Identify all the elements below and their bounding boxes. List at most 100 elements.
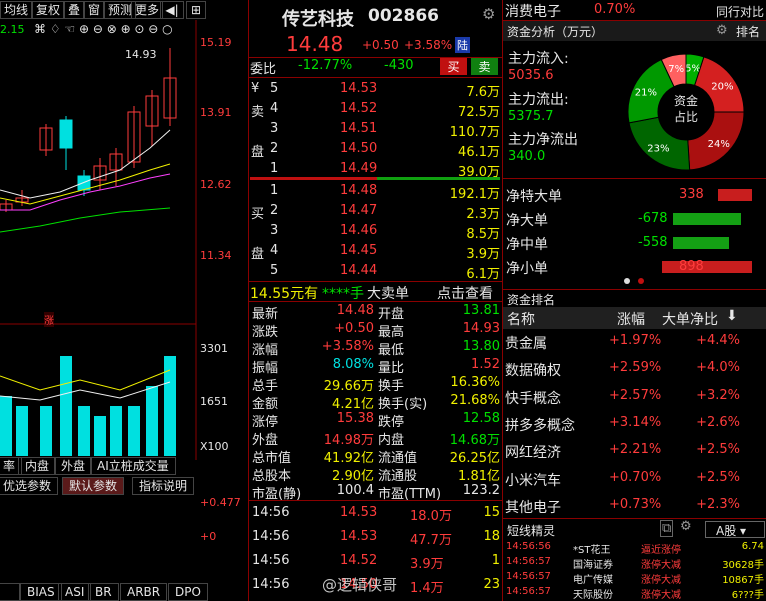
ask-row[interactable]: 5 14.53 7.6万 <box>250 79 502 100</box>
quote-label-2: 最高 <box>378 325 405 340</box>
ask-row[interactable]: 1 14.49 39.0万 <box>250 159 502 180</box>
ask-row[interactable]: 3 14.51 110.7万 <box>250 119 502 140</box>
tab-ai-volume[interactable]: AI立桩成交量 <box>90 457 176 475</box>
ranking-row[interactable]: 数据确权 +2.59% +4.0% <box>503 355 766 383</box>
bid-row[interactable]: 5 14.44 6.1万 <box>250 261 502 282</box>
ranking-name: 拼多多概念 <box>505 417 575 434</box>
ranking-col-net[interactable]: 大单净比 <box>662 309 718 329</box>
quote-value-2: 13.81 <box>462 303 500 318</box>
tick-price: 14.53 <box>340 505 378 520</box>
ranking-row[interactable]: 快手概念 +2.57% +3.2% <box>503 383 766 411</box>
kline-chart[interactable] <box>0 20 248 529</box>
quote-value-2: 1.52 <box>471 357 500 372</box>
collapse-icon[interactable]: ◀| <box>160 1 184 19</box>
bigorder-link[interactable]: 点击查看 <box>437 283 493 303</box>
ranking-row[interactable]: 贵金属 +1.97% +4.4% <box>503 328 766 356</box>
tab-asi[interactable]: ASI <box>58 583 92 601</box>
tab-default-params[interactable]: 默认参数 <box>62 477 125 495</box>
bid-row[interactable]: 3 14.46 8.5万 <box>250 221 502 242</box>
quote-value-2: 14.68万 <box>449 433 500 448</box>
bid-volume: 6.1万 <box>466 267 500 282</box>
tab-dpo[interactable]: DPO <box>168 583 208 601</box>
tick-volume: 1.4万 <box>410 581 444 596</box>
bottom-tabs: 率 内盘 外盘 AI立桩成交量 <box>0 457 248 475</box>
adjust-button[interactable]: 复权 <box>32 1 65 19</box>
buy-side-label-1: 买 <box>251 207 265 222</box>
bid-price: 14.48 <box>340 183 378 198</box>
more-button[interactable]: 更多 <box>131 1 164 19</box>
quote-value: 2.90亿 <box>332 469 374 484</box>
legend-value: 2.15 <box>0 23 25 36</box>
ask-row[interactable]: 2 14.50 46.1万 <box>250 139 502 160</box>
tick-time: 14:56 <box>252 577 290 592</box>
ranking-name: 快手概念 <box>505 390 561 407</box>
quote-value: 14.98万 <box>323 433 374 448</box>
quote-label: 涨跌 <box>252 325 279 340</box>
ranking-pct: +2.59% <box>609 360 662 376</box>
ranking-row[interactable]: 小米汽车 +0.70% +2.5% <box>503 465 766 493</box>
tab-indicator-0[interactable] <box>0 583 20 601</box>
ask-row[interactable]: 4 14.52 72.5万 <box>250 99 502 120</box>
tab-preferred-params[interactable]: 优选参数 <box>0 477 59 495</box>
tab-indicator-help[interactable]: 指标说明 <box>132 477 195 495</box>
ranking-name: 数据确权 <box>505 363 561 380</box>
ask-volume: 72.5万 <box>458 105 500 120</box>
bid-row[interactable]: 2 14.47 2.3万 <box>250 201 502 222</box>
short-time: 14:56:56 <box>506 541 551 552</box>
tab-arbr[interactable]: ARBR <box>120 583 168 601</box>
tab-br[interactable]: BR <box>88 583 119 601</box>
ma-button[interactable]: 均线 <box>0 1 33 19</box>
page-dot-2[interactable] <box>638 278 644 284</box>
flow-row: 净小单 898 <box>503 256 766 280</box>
short-row[interactable]: 14:56:57 电广传媒 涨停大减 10867手 <box>503 571 766 586</box>
short-row[interactable]: 14:56:57 天际股份 涨停大减 6???手 <box>503 586 766 601</box>
volume-bar <box>128 406 140 456</box>
buy-button[interactable]: 买 <box>440 58 467 75</box>
ranking-row[interactable]: 其他电子 +0.73% +2.3% <box>503 492 766 520</box>
ranking-name: 网红经济 <box>505 445 561 462</box>
sort-down-icon[interactable]: ⬇ <box>726 308 738 324</box>
bid-price: 14.46 <box>340 223 378 238</box>
quote-row: 金额 4.21亿 换手(实) 21.68% <box>250 393 502 412</box>
outflow-value: 5375.7 <box>508 109 554 124</box>
sector-name[interactable]: 消费电子 <box>505 1 561 21</box>
sell-side-label: 盘 <box>251 145 265 160</box>
short-row[interactable]: 14:56:57 国海证券 涨停大减 30628手 <box>503 556 766 571</box>
ranking-col-name[interactable]: 名称 <box>507 309 535 329</box>
page-dot-1[interactable] <box>624 278 630 284</box>
quote-value: 14.48 <box>336 303 374 318</box>
short-row[interactable]: 14:56:56 *ST花王 逼近涨停 6.74 <box>503 541 766 556</box>
bigorder-text3: 大卖单 <box>367 286 409 302</box>
bid-volume: 3.9万 <box>466 247 500 262</box>
sell-button[interactable]: 卖 <box>471 58 498 75</box>
market-select[interactable]: A股 ▾ <box>705 521 765 538</box>
quote-value-2: 13.80 <box>462 339 500 354</box>
volume-bar <box>40 406 52 456</box>
short-gear-icon[interactable]: ⚙ <box>680 519 692 534</box>
overlay-button[interactable]: 叠 <box>64 1 85 19</box>
ranking-row[interactable]: 网红经济 +2.21% +2.5% <box>503 437 766 465</box>
settings-gear-icon[interactable]: ⚙ <box>482 5 495 23</box>
ranking-row[interactable]: 拼多多概念 +3.14% +2.6% <box>503 410 766 438</box>
volume-bar <box>146 386 158 456</box>
window-button[interactable]: 窗 <box>84 1 105 19</box>
sector-pct: 0.70% <box>594 2 636 17</box>
bid-row[interactable]: 4 14.45 3.9万 <box>250 241 502 262</box>
expand-icon[interactable]: ⧉ <box>660 520 674 537</box>
tab-bias[interactable]: BIAS <box>20 583 62 601</box>
short-event: 涨停大减 <box>641 560 681 571</box>
quote-row: 涨跌 +0.50 最高 14.93 <box>250 321 502 340</box>
tab-inner[interactable]: 内盘 <box>18 457 57 475</box>
peer-compare-link[interactable]: 同行对比 <box>716 3 764 20</box>
ranking-col-pct[interactable]: 涨幅 <box>617 309 645 329</box>
bid-row[interactable]: 1 14.48 192.1万 <box>250 181 502 202</box>
quote-value: 100.4 <box>336 483 374 498</box>
ranking-pct: +2.21% <box>609 442 662 458</box>
price-axis-2: 13.91 <box>200 106 232 119</box>
funds-rank-icon[interactable]: ⚙ <box>716 23 728 38</box>
funds-rank-link[interactable]: 排名 <box>736 23 760 40</box>
grid-icon[interactable]: ⊞ <box>186 1 206 19</box>
tab-outer[interactable]: 外盘 <box>54 457 93 475</box>
quote-row: 涨停 15.38 跌停 12.58 <box>250 411 502 430</box>
quote-row: 总股本 2.90亿 流通股 1.81亿 <box>250 465 502 484</box>
